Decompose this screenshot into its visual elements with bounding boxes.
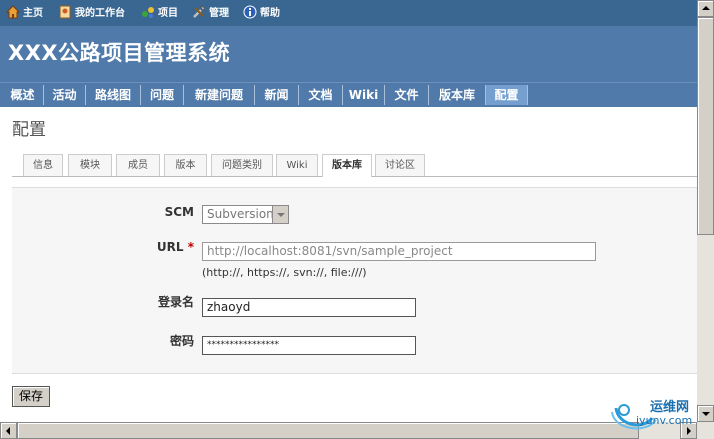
main-menu-repository[interactable]: 版本库	[429, 85, 486, 105]
top-menu-bar: 主页 我的工作台 项目 管理 帮助	[0, 0, 697, 26]
content-area: 配置 信息 模块 成员 版本 问题类别 Wiki 版本库 讨论区 SCM Sub…	[0, 107, 697, 422]
required-marker: *	[187, 240, 194, 254]
help-icon	[243, 5, 257, 19]
main-menu-overview[interactable]: 概述	[2, 85, 44, 105]
login-field[interactable]: zhaoyd	[202, 298, 416, 317]
url-field[interactable]: http://localhost:8081/svn/sample_project	[202, 242, 596, 261]
tools-icon	[192, 5, 206, 19]
repository-settings-box: SCM Subversion URL * http://localhost:80…	[12, 187, 697, 374]
scm-select[interactable]: Subversion	[202, 205, 289, 224]
top-menu-help[interactable]: 帮助	[243, 5, 280, 21]
top-menu-projects[interactable]: 项目	[141, 5, 178, 21]
main-menu-activity[interactable]: 活动	[44, 85, 86, 105]
watermark-url: iyunv.com	[636, 414, 693, 427]
vertical-scroll-thumb[interactable]	[697, 17, 714, 235]
page-title: 配置	[12, 120, 46, 140]
main-menu-wiki[interactable]: Wiki	[343, 85, 385, 105]
page-icon	[58, 5, 72, 19]
settings-tabs: 信息 模块 成员 版本 问题类别 Wiki 版本库 讨论区	[12, 154, 697, 177]
site-title: XXX公路项目管理系统	[8, 41, 231, 65]
main-menu-settings[interactable]: 配置	[486, 85, 528, 105]
main-menu-roadmap[interactable]: 路线图	[86, 85, 141, 105]
password-label: 密码	[169, 334, 194, 348]
site-header: XXX公路项目管理系统	[0, 26, 697, 82]
tab-wiki[interactable]: Wiki	[276, 154, 318, 176]
login-label: 登录名	[157, 295, 194, 309]
top-menu-home[interactable]: 主页	[5, 5, 43, 21]
home-icon	[5, 5, 21, 19]
tab-info[interactable]: 信息	[23, 154, 63, 176]
scroll-left-button[interactable]	[0, 422, 17, 439]
tab-repository[interactable]: 版本库	[322, 154, 372, 177]
save-button[interactable]: 保存	[12, 386, 50, 407]
watermark-text: 运维网	[650, 400, 690, 415]
scm-label: SCM	[164, 205, 194, 219]
tab-modules[interactable]: 模块	[68, 154, 112, 176]
url-label: URL *	[156, 240, 194, 254]
tab-members[interactable]: 成员	[116, 154, 160, 176]
tab-forums[interactable]: 讨论区	[375, 154, 425, 176]
horizontal-scrollbar[interactable]	[0, 422, 697, 439]
main-menu-files[interactable]: 文件	[385, 85, 429, 105]
browser-viewport: 主页 我的工作台 项目 管理 帮助 XXX公路项目管理系统 概述 活动 路线图 …	[0, 0, 697, 422]
tab-issue-categories[interactable]: 问题类别	[211, 154, 273, 176]
top-menu-admin[interactable]: 管理	[192, 5, 229, 21]
main-menu-issues[interactable]: 问题	[141, 85, 184, 105]
main-menu-news[interactable]: 新闻	[255, 85, 299, 105]
url-hint: (http://, https://, svn://, file:///)	[202, 266, 367, 279]
vertical-scrollbar[interactable]	[697, 0, 714, 422]
horizontal-scroll-thumb[interactable]	[17, 422, 639, 439]
top-menu-my-page[interactable]: 我的工作台	[58, 5, 125, 21]
scm-select-value: Subversion	[207, 207, 274, 221]
main-menu-new-issue[interactable]: 新建问题	[184, 85, 255, 105]
scroll-up-button[interactable]	[697, 0, 714, 17]
main-menu-documents[interactable]: 文档	[299, 85, 343, 105]
password-field[interactable]: ****************	[202, 336, 416, 355]
tab-versions[interactable]: 版本	[164, 154, 207, 176]
projects-icon	[141, 5, 155, 19]
chevron-down-icon[interactable]	[272, 206, 288, 223]
project-main-menu: 概述 活动 路线图 问题 新建问题 新闻 文档 Wiki 文件 版本库 配置	[0, 82, 697, 107]
